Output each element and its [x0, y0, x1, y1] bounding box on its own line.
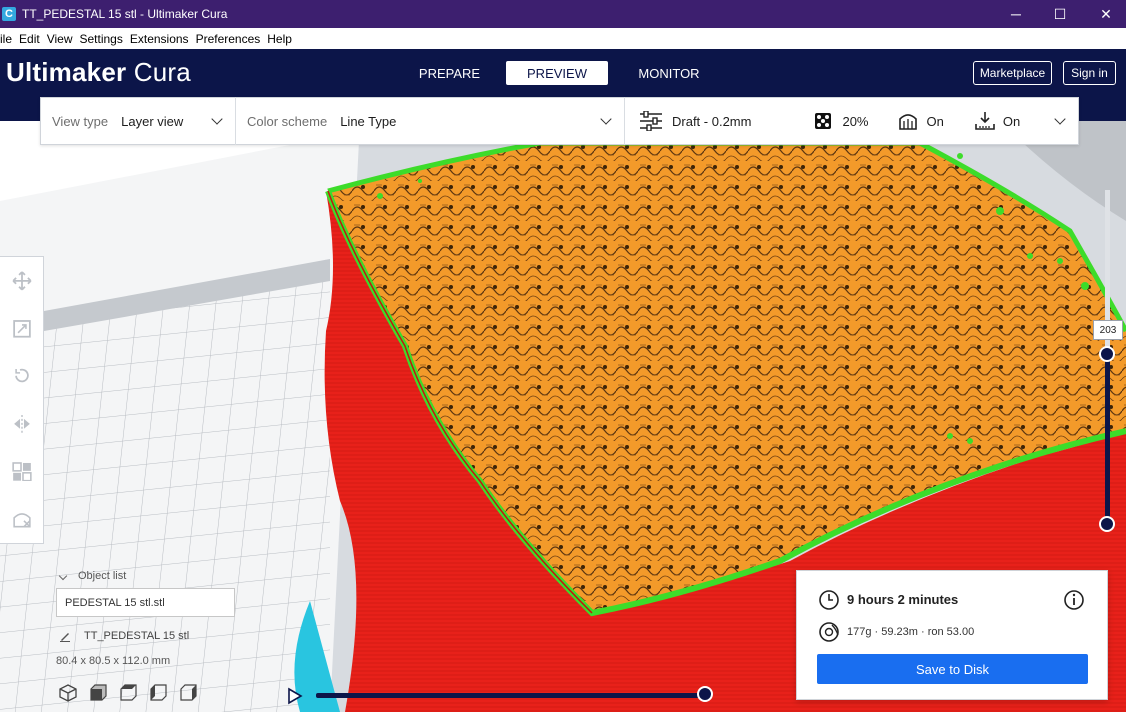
- chevron-down-icon: [58, 571, 68, 581]
- menu-settings[interactable]: Settings: [80, 32, 123, 46]
- job-name[interactable]: TT_PEDESTAL 15 stl: [84, 630, 189, 642]
- mirror-icon[interactable]: [12, 414, 32, 434]
- sign-in-button[interactable]: Sign in: [1063, 61, 1116, 85]
- layer-slider-lower-handle[interactable]: [1099, 516, 1115, 532]
- view-type-dropdown[interactable]: View type Layer view: [41, 113, 235, 129]
- color-scheme-value: Line Type: [340, 113, 397, 129]
- menu-extensions[interactable]: Extensions: [130, 32, 189, 46]
- move-icon[interactable]: [12, 271, 32, 291]
- front-view-icon[interactable]: [88, 683, 108, 703]
- window-title: TT_PEDESTAL 15 stl - Ultimaker Cura: [22, 7, 228, 21]
- left-toolbar: [0, 256, 44, 544]
- color-scheme-label: Color scheme: [247, 113, 328, 129]
- top-view-icon[interactable]: [118, 683, 138, 703]
- spool-icon: [819, 622, 839, 642]
- menu-edit[interactable]: Edit: [19, 32, 40, 46]
- print-info-panel: 9 hours 2 minutes 177g · 59.23m · ron 53…: [796, 570, 1108, 700]
- profile-label: Draft - 0.2mm: [672, 113, 752, 129]
- chevron-down-icon: [600, 113, 612, 125]
- maximize-button[interactable]: ☐: [1037, 0, 1083, 28]
- menu-help[interactable]: Help: [267, 32, 292, 46]
- print-time: 9 hours 2 minutes: [847, 592, 959, 607]
- left-view-icon[interactable]: [148, 683, 168, 703]
- adhesion-icon: [975, 112, 995, 130]
- path-slider[interactable]: [316, 693, 708, 698]
- view-type-value: Layer view: [121, 113, 184, 129]
- layer-slider-upper-handle[interactable]: [1099, 346, 1115, 362]
- path-slider-handle[interactable]: [697, 686, 713, 702]
- per-model-settings-icon[interactable]: [11, 461, 32, 482]
- title-bar: C TT_PEDESTAL 15 stl - Ultimaker Cura ─ …: [0, 0, 1126, 28]
- menu-bar: ile Edit View Settings Extensions Prefer…: [0, 28, 1126, 49]
- menu-preferences[interactable]: Preferences: [196, 32, 261, 46]
- infill-value: 20%: [842, 113, 869, 129]
- right-view-icon[interactable]: [178, 683, 198, 703]
- close-button[interactable]: ✕: [1083, 0, 1126, 28]
- clock-icon: [819, 590, 839, 610]
- view-toolbar: View type Layer view Color scheme Line T…: [40, 97, 1079, 145]
- scale-icon[interactable]: [12, 319, 32, 339]
- chevron-down-icon: [211, 113, 223, 125]
- edit-pencil-icon[interactable]: [59, 630, 71, 642]
- chevron-down-icon: [1054, 113, 1066, 125]
- settings-sliders-icon: [640, 111, 662, 131]
- color-scheme-dropdown[interactable]: Color scheme Line Type: [236, 113, 624, 129]
- object-list-heading: Object list: [78, 570, 127, 582]
- material-usage: 177g · 59.23m · ron 53.00: [847, 626, 975, 638]
- current-layer-field[interactable]: 203: [1093, 320, 1123, 340]
- marketplace-button[interactable]: Marketplace: [973, 61, 1052, 85]
- tab-preview[interactable]: PREVIEW: [506, 61, 608, 85]
- info-icon[interactable]: [1063, 589, 1085, 611]
- support-blocker-icon[interactable]: [12, 509, 32, 529]
- adhesion-value: On: [1002, 113, 1021, 129]
- 3d-view-icon[interactable]: [58, 683, 78, 703]
- save-to-disk-button[interactable]: Save to Disk: [817, 654, 1088, 684]
- support-value: On: [926, 113, 944, 129]
- tab-prepare[interactable]: PREPARE: [412, 61, 487, 85]
- minimize-button[interactable]: ─: [993, 0, 1039, 28]
- view-type-label: View type: [52, 113, 109, 129]
- play-icon[interactable]: [287, 687, 303, 705]
- object-list-item[interactable]: PEDESTAL 15 stl.stl: [56, 588, 235, 617]
- object-list-toggle[interactable]: Object list: [58, 570, 127, 582]
- rotate-icon[interactable]: [12, 366, 32, 386]
- print-settings-panel[interactable]: Draft - 0.2mm 20% On On: [625, 111, 1078, 131]
- menu-view[interactable]: View: [47, 32, 73, 46]
- model-dimensions: 80.4 x 80.5 x 112.0 mm: [56, 655, 171, 667]
- support-icon: [898, 114, 917, 130]
- cura-app-icon: C: [2, 7, 16, 21]
- tab-monitor[interactable]: MONITOR: [628, 61, 710, 85]
- infill-icon: [815, 113, 832, 129]
- layer-slider-range[interactable]: [1105, 354, 1110, 524]
- menu-file[interactable]: ile: [0, 32, 12, 46]
- ultimaker-cura-logo: Ultimaker Cura: [6, 57, 191, 87]
